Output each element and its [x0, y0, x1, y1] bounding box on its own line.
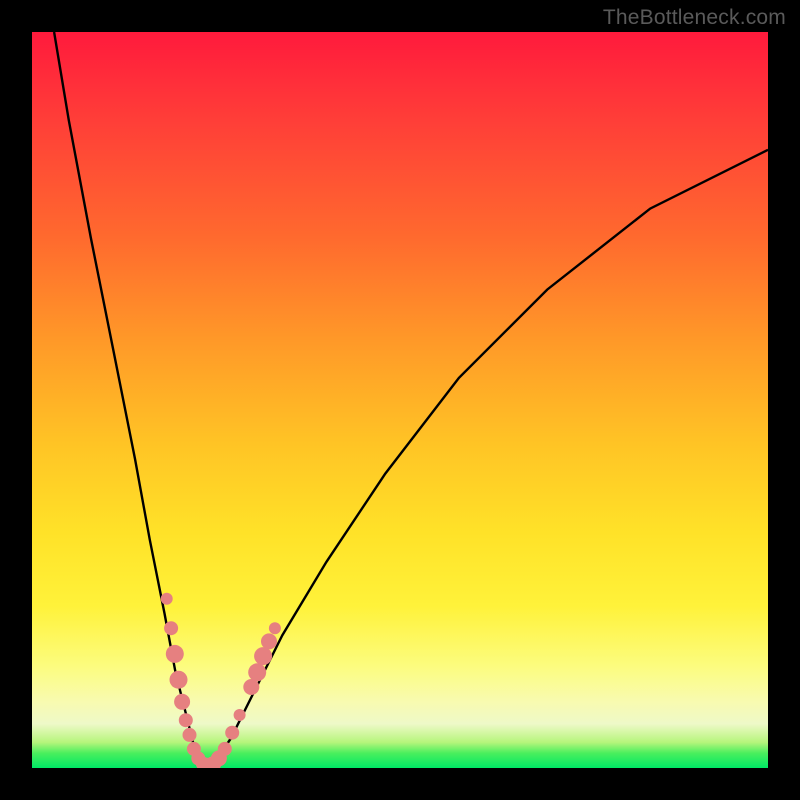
marker-dot: [166, 645, 184, 663]
marker-dot: [170, 671, 188, 689]
chart-plot-area: [32, 32, 768, 768]
marker-dot: [218, 742, 232, 756]
bottleneck-curve: [54, 32, 768, 764]
marker-dot: [254, 647, 272, 665]
marker-dot: [183, 728, 197, 742]
marker-dot: [225, 726, 239, 740]
marker-dot: [164, 621, 178, 635]
marker-dot: [161, 593, 173, 605]
marker-group: [161, 593, 281, 768]
marker-dot: [179, 713, 193, 727]
marker-dot: [174, 694, 190, 710]
marker-dot: [234, 709, 246, 721]
chart-svg: [32, 32, 768, 768]
marker-dot: [269, 622, 281, 634]
marker-dot: [248, 663, 266, 681]
watermark-text: TheBottleneck.com: [603, 6, 786, 30]
marker-dot: [243, 679, 259, 695]
chart-frame: TheBottleneck.com: [0, 0, 800, 800]
marker-dot: [261, 633, 277, 649]
